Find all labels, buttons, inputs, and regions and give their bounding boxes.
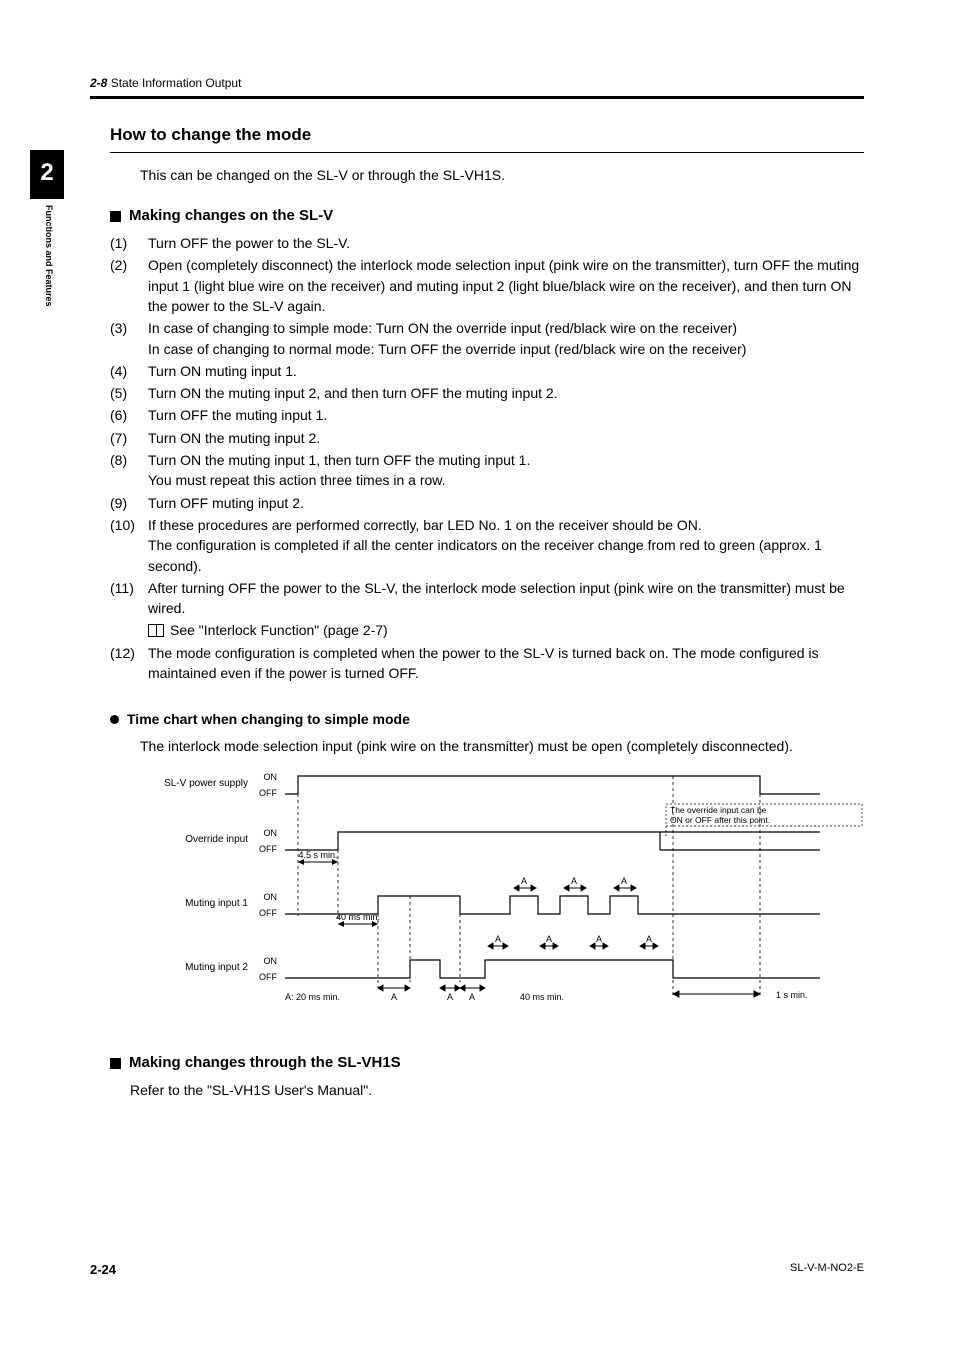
heading-2-row: Making changes on the SL-V	[110, 205, 864, 227]
chart-row-label: Override input	[185, 834, 248, 845]
heading-2-row: Making changes through the SL-VH1S	[110, 1052, 864, 1074]
circle-bullet-icon	[110, 715, 119, 724]
svg-text:The override input can be: The override input can be	[670, 805, 767, 815]
svg-text:40 ms min.: 40 ms min.	[336, 912, 380, 922]
chapter-tab: 2 Functions and Features	[30, 150, 64, 306]
list-body: Turn ON the muting input 1, then turn OF…	[148, 450, 864, 491]
list-body: Turn OFF the power to the SL-V.	[148, 233, 864, 253]
time-chart-intro: The interlock mode selection input (pink…	[140, 736, 864, 756]
list-item: (10)If these procedures are performed co…	[110, 515, 864, 576]
section-title: State Information Output	[111, 76, 242, 90]
square-bullet-icon	[110, 211, 121, 222]
chart-row-label: Muting input 1	[185, 898, 248, 909]
list-item: (2)Open (completely disconnect) the inte…	[110, 255, 864, 316]
paragraph: Refer to the "SL-VH1S User's Manual".	[130, 1080, 864, 1100]
intro-paragraph: This can be changed on the SL-V or throu…	[140, 165, 864, 185]
list-number: (10)	[110, 515, 142, 576]
list-item: (1) Turn OFF the power to the SL-V.	[110, 233, 864, 253]
svg-text:A: A	[621, 876, 627, 886]
list-body: Turn ON the muting input 2, and then tur…	[148, 383, 864, 403]
svg-text:1 s min.: 1 s min.	[776, 990, 808, 1000]
list-item: (11)After turning OFF the power to the S…	[110, 578, 864, 641]
book-icon	[148, 624, 164, 637]
list-body: Open (completely disconnect) the interlo…	[148, 255, 864, 316]
svg-text:OFF: OFF	[259, 788, 277, 798]
svg-text:ON or OFF after this point.: ON or OFF after this point.	[670, 815, 770, 825]
list-item: (12)The mode configuration is completed …	[110, 643, 864, 684]
svg-text:A: A	[521, 876, 527, 886]
list-number: (9)	[110, 493, 142, 513]
list-item: (7) Turn ON the muting input 2.	[110, 428, 864, 448]
list-item: (6) Turn OFF the muting input 1.	[110, 405, 864, 425]
list-body: Turn OFF muting input 2.	[148, 493, 864, 513]
section-number: 2-8	[90, 76, 107, 90]
svg-text:A: A	[646, 934, 652, 944]
heading-1: How to change the mode	[110, 123, 864, 148]
svg-text:OFF: OFF	[259, 844, 277, 854]
heading-2: Making changes through the SL-VH1S	[129, 1052, 401, 1074]
svg-text:A: A	[596, 934, 602, 944]
svg-text:A: A	[469, 992, 475, 1002]
svg-text:ON: ON	[264, 772, 278, 782]
list-item: (3)In case of changing to simple mode: T…	[110, 318, 864, 359]
list-number: (12)	[110, 643, 142, 684]
chapter-label: Functions and Features	[42, 205, 55, 307]
list-number: (5)	[110, 383, 142, 403]
list-body: Turn ON the muting input 2.	[148, 428, 864, 448]
procedure-list: (1)Turn OFF the power to the SL-V.(2)Ope…	[110, 233, 864, 683]
list-body: If these procedures are performed correc…	[148, 515, 864, 576]
list-body: After turning OFF the power to the SL-V,…	[148, 578, 864, 641]
list-body: Turn OFF the muting input 1.	[148, 405, 864, 425]
list-body: Turn ON muting input 1.	[148, 361, 864, 381]
list-item: (9) Turn OFF muting input 2.	[110, 493, 864, 513]
cross-reference: See "Interlock Function" (page 2-7)	[148, 620, 864, 640]
svg-text:ON: ON	[264, 956, 278, 966]
page-number: 2-24	[90, 1261, 116, 1280]
svg-text:ON: ON	[264, 892, 278, 902]
document-id: SL-V-M-NO2-E	[790, 1261, 864, 1280]
list-item: (4) Turn ON muting input 1.	[110, 361, 864, 381]
svg-text:A: A	[571, 876, 577, 886]
svg-text:40 ms min.: 40 ms min.	[520, 992, 564, 1002]
svg-text:ON: ON	[264, 828, 278, 838]
list-number: (3)	[110, 318, 142, 359]
list-number: (11)	[110, 578, 142, 641]
list-number: (7)	[110, 428, 142, 448]
chart-row-label: Muting input 2	[185, 962, 248, 973]
list-body: The mode configuration is completed when…	[148, 643, 864, 684]
list-number: (4)	[110, 361, 142, 381]
heading-2: Making changes on the SL-V	[129, 205, 333, 227]
list-number: (2)	[110, 255, 142, 316]
chapter-number: 2	[30, 150, 64, 199]
svg-text:A: 20 ms min.: A: 20 ms min.	[285, 992, 340, 1002]
list-item: (8)Turn ON the muting input 1, then turn…	[110, 450, 864, 491]
svg-text:A: A	[447, 992, 453, 1002]
svg-text:OFF: OFF	[259, 908, 277, 918]
heading-rule	[110, 152, 864, 153]
header-rule	[90, 96, 864, 99]
heading-3-row: Time chart when changing to simple mode	[110, 709, 864, 729]
list-number: (8)	[110, 450, 142, 491]
timing-chart: SL-V power supply ON OFF Override input …	[140, 766, 864, 1026]
list-number: (6)	[110, 405, 142, 425]
list-item: (5) Turn ON the muting input 2, and then …	[110, 383, 864, 403]
svg-text:A: A	[495, 934, 501, 944]
svg-text:A: A	[546, 934, 552, 944]
svg-text:4.5 s min.: 4.5 s min.	[298, 850, 337, 860]
list-number: (1)	[110, 233, 142, 253]
chart-row-label: SL-V power supply	[164, 778, 248, 789]
square-bullet-icon	[110, 1058, 121, 1069]
list-body: In case of changing to simple mode: Turn…	[148, 318, 864, 359]
running-header: 2-8 State Information Output	[90, 75, 864, 92]
page-footer: 2-24 SL-V-M-NO2-E	[90, 1261, 864, 1280]
svg-text:A: A	[391, 992, 397, 1002]
svg-text:OFF: OFF	[259, 972, 277, 982]
heading-3: Time chart when changing to simple mode	[127, 709, 410, 729]
